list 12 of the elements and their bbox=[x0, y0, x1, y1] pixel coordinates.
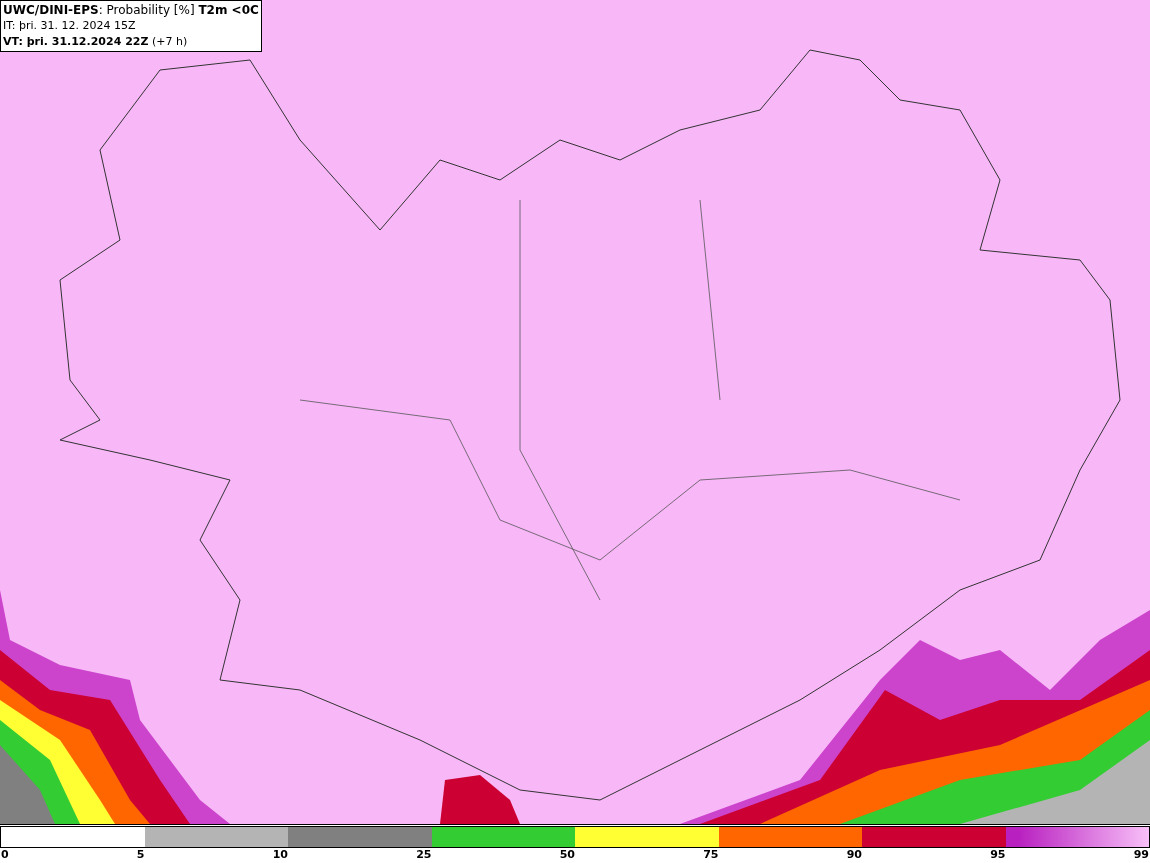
scale-label: 25 bbox=[416, 848, 432, 862]
scale-label: 10 bbox=[272, 848, 288, 862]
title-line: VT: þri. 31.12.2024 22Z (+7 h) bbox=[3, 34, 189, 50]
title-line: UWC/DINI-EPS: Probability [%] T2m <0C bbox=[3, 2, 259, 18]
scale-label: 0 bbox=[1, 848, 9, 862]
scale-label: 5 bbox=[136, 848, 145, 862]
scale-label: 75 bbox=[703, 848, 719, 862]
title-line: IT: þri. 31. 12. 2024 15Z bbox=[3, 18, 137, 34]
scale-label: 90 bbox=[846, 848, 862, 862]
scale-label: 99 bbox=[1133, 848, 1149, 862]
scale-label: 95 bbox=[990, 848, 1006, 862]
scale-label: 50 bbox=[559, 848, 575, 862]
